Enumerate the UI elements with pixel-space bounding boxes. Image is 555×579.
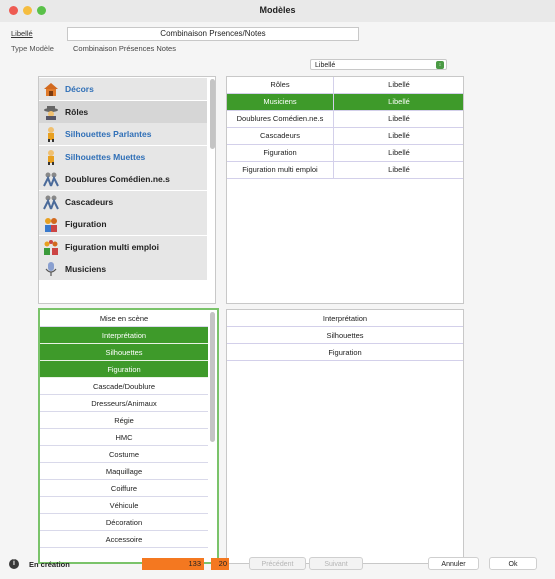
window-title: Modèles xyxy=(259,5,296,15)
column-popup-value: Libellé xyxy=(315,62,336,69)
table-row[interactable]: Figuration multi emploi Libellé xyxy=(227,162,463,179)
title-bar: Modèles xyxy=(0,0,555,23)
figuration-multi-icon xyxy=(43,239,59,255)
category-item[interactable]: Rôles xyxy=(39,100,207,123)
list-item[interactable]: HMC xyxy=(40,429,208,446)
category-item[interactable]: Doublures Comédien.ne.s xyxy=(39,168,207,190)
list-item[interactable]: Interprétation xyxy=(40,327,208,344)
list-item[interactable]: Véhicule xyxy=(40,497,208,514)
table-cell-category: Figuration xyxy=(227,145,334,161)
category-item[interactable]: Silhouettes Muettes xyxy=(39,145,207,168)
category-label: Figuration xyxy=(65,219,107,229)
list-item[interactable]: Régie xyxy=(40,412,208,429)
selected-list[interactable]: Interprétation Silhouettes Figuration xyxy=(226,309,464,564)
mise-en-scene-list[interactable]: Mise en scène Interprétation Silhouettes Fi… xyxy=(38,308,219,564)
category-item[interactable]: Décors xyxy=(39,78,207,100)
table-row[interactable]: Doublures Comédien.ne.s Libellé xyxy=(227,111,463,128)
table-cell-field: Libellé xyxy=(388,148,410,157)
type-modele-label: Type Modèle xyxy=(11,44,54,53)
record-index: 20 xyxy=(211,558,229,570)
category-label: Rôles xyxy=(65,106,89,117)
footer-bar: i En création 133 20 Précédent Suivant A… xyxy=(0,552,555,579)
list-item[interactable]: Décoration xyxy=(40,514,208,531)
list-item[interactable]: Accessoire xyxy=(40,531,208,548)
list-item[interactable]: Figuration xyxy=(40,361,208,378)
category-list[interactable]: Décors Rôles Silhouettes Parlantes Silhouet… xyxy=(38,76,216,304)
table-cell-category: Cascadeurs xyxy=(227,128,334,144)
table-cell-field: Libellé xyxy=(388,97,410,106)
category-item[interactable]: Musiciens xyxy=(39,258,207,280)
list-item[interactable]: Silhouettes xyxy=(40,344,208,361)
column-popup[interactable]: Libellé ↕ xyxy=(310,59,447,70)
popup-arrows-icon: ↕ xyxy=(436,61,444,69)
table-cell-category: Musiciens xyxy=(227,94,334,110)
table-cell-field: Libellé xyxy=(388,131,410,140)
table-cell-field: Libellé xyxy=(388,114,410,123)
list-item[interactable]: Dresseurs/Animaux xyxy=(40,395,208,412)
microphone-icon xyxy=(43,261,59,277)
doublures-icon xyxy=(43,171,59,187)
category-scrollbar[interactable] xyxy=(210,79,215,149)
table-cell-category: Rôles xyxy=(227,77,334,93)
cancel-button[interactable]: Annuler xyxy=(428,557,479,570)
table-row[interactable]: Cascadeurs Libellé xyxy=(227,128,463,145)
libelle-label[interactable]: Libellé xyxy=(11,29,33,38)
list-item[interactable]: Mise en scène xyxy=(40,310,208,327)
list-item[interactable]: Maquillage xyxy=(40,463,208,480)
next-button[interactable]: Suivant xyxy=(309,557,363,570)
category-label: Figuration multi emploi xyxy=(65,241,159,252)
silhouette-parlante-icon xyxy=(43,126,59,142)
table-row[interactable]: Figuration Libellé xyxy=(227,145,463,162)
table-cell-category: Doublures Comédien.ne.s xyxy=(227,111,334,127)
list-item[interactable]: Interprétation xyxy=(227,310,463,327)
status-text: En création xyxy=(29,560,70,569)
silhouette-muette-icon xyxy=(43,149,59,165)
decors-icon xyxy=(43,81,59,97)
list-item[interactable]: Costume xyxy=(40,446,208,463)
roles-icon xyxy=(43,104,59,120)
category-label: Silhouettes Muettes xyxy=(65,151,146,162)
main-content: Libellé Combinaison Prsences/Notes Type … xyxy=(0,22,555,579)
cascadeurs-icon xyxy=(43,194,59,210)
category-item[interactable]: Figuration xyxy=(39,213,207,235)
list-item[interactable]: Silhouettes xyxy=(227,327,463,344)
category-item[interactable]: Silhouettes Parlantes xyxy=(39,123,207,145)
mise-scrollbar[interactable] xyxy=(210,312,215,442)
table-row[interactable]: Musiciens Libellé xyxy=(227,94,463,111)
table-cell-field: Libellé xyxy=(388,165,410,174)
category-item[interactable]: Cascadeurs xyxy=(39,190,207,213)
category-label: Cascadeurs xyxy=(65,196,114,207)
category-label: Décors xyxy=(65,84,94,94)
figuration-icon xyxy=(43,216,59,232)
list-item[interactable]: Cascade/Doublure xyxy=(40,378,208,395)
previous-button[interactable]: Précédent xyxy=(249,557,306,570)
info-icon[interactable]: i xyxy=(9,559,19,569)
ok-button[interactable]: Ok xyxy=(489,557,537,570)
type-modele-value: Combinaison Présences Notes xyxy=(73,44,176,53)
record-count: 133 xyxy=(142,558,204,570)
category-label: Doublures Comédien.ne.s xyxy=(65,174,170,184)
category-item[interactable]: Figuration multi emploi xyxy=(39,235,207,258)
table-cell-field: Libellé xyxy=(388,80,410,89)
category-label: Musiciens xyxy=(65,264,107,274)
list-item[interactable]: Coiffure xyxy=(40,480,208,497)
field-table[interactable]: Rôles Libellé Musiciens Libellé Doublures Co… xyxy=(226,76,464,304)
category-label: Silhouettes Parlantes xyxy=(65,129,152,139)
libelle-input[interactable]: Combinaison Prsences/Notes xyxy=(67,27,359,41)
table-cell-category: Figuration multi emploi xyxy=(227,162,334,178)
list-item[interactable]: Figuration xyxy=(227,344,463,361)
table-row[interactable]: Rôles Libellé xyxy=(227,77,463,94)
